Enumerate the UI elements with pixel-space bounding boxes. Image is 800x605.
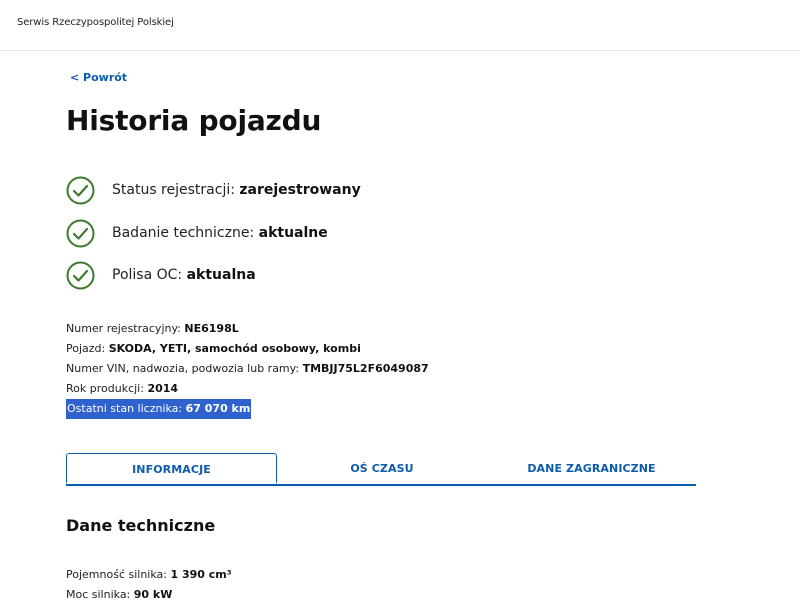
check-circle-icon [66,176,95,204]
top-bar: Serwis Rzeczypospolitej Polskiej [0,0,800,51]
status-text: Status rejestracji: zarejestrowany [112,182,361,198]
status-inspection: Badanie techniczne: aktualne [66,218,328,248]
tab-bar: INFORMACJE OŚ CZASU DANE ZAGRANICZNE [66,453,696,486]
tab-dane-zagraniczne[interactable]: DANE ZAGRANICZNE [487,453,696,484]
check-circle-icon [66,219,95,247]
tab-informacje[interactable]: INFORMACJE [66,453,277,484]
check-circle-icon [66,261,95,289]
registration-number: Numer rejestracyjny: NE6198L [66,322,239,335]
site-name: Serwis Rzeczypospolitej Polskiej [17,17,174,28]
engine-capacity: Pojemność silnika: 1 390 cm³ [66,568,232,581]
production-year: Rok produkcji: 2014 [66,382,179,395]
vehicle-model: Pojazd: SKODA, YETI, samochód osobowy, k… [66,342,361,355]
tab-os-czasu[interactable]: OŚ CZASU [277,453,487,484]
status-text: Badanie techniczne: aktualne [112,225,328,241]
back-link[interactable]: < Powrót [70,71,127,84]
vin-number: Numer VIN, nadwozia, podwozia lub ramy: … [66,362,429,375]
status-insurance: Polisa OC: aktualna [66,260,256,290]
section-title: Dane techniczne [66,516,216,535]
odometer-reading: Ostatni stan licznika: 67 070 km [66,399,252,419]
status-registration: Status rejestracji: zarejestrowany [66,175,361,205]
page-title: Historia pojazdu [66,104,322,137]
engine-power: Moc silnika: 90 kW [66,588,173,601]
status-text: Polisa OC: aktualna [112,267,256,283]
vehicle-details: Numer rejestracyjny: NE6198L Pojazd: SKO… [66,319,429,419]
technical-details: Pojemność silnika: 1 390 cm³ Moc silnika… [66,565,232,605]
